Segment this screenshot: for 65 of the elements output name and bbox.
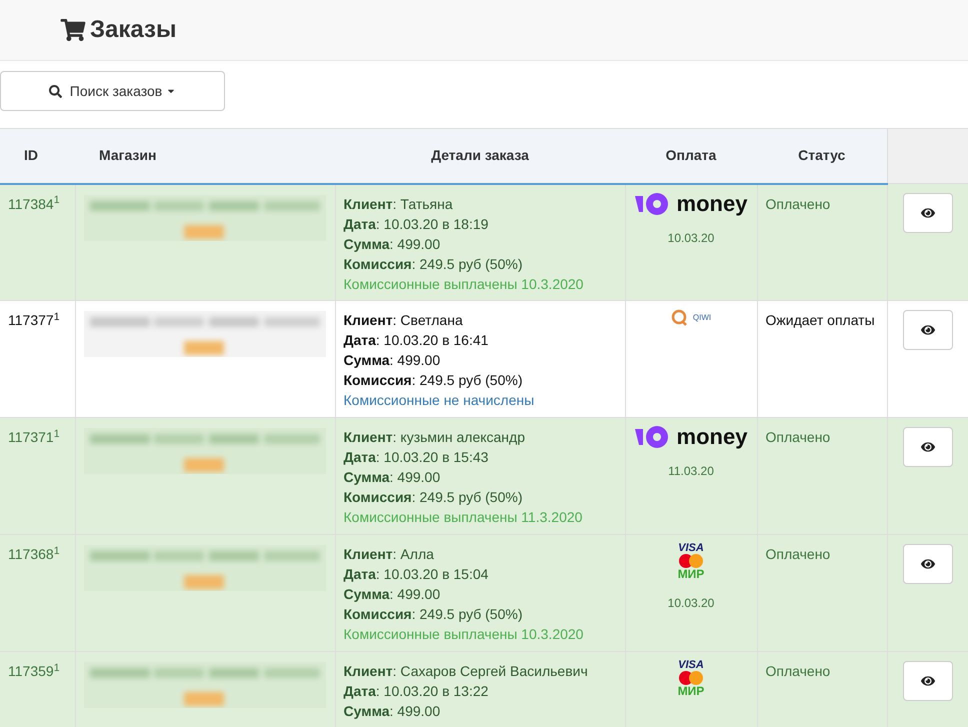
- eye-icon: [920, 206, 935, 220]
- eye-icon: [920, 674, 935, 688]
- id-cell: 117368$^{1}$: [0, 534, 75, 652]
- status-cell: Оплачено: [757, 418, 887, 534]
- column-header: Оплата: [625, 128, 757, 184]
- id-cell: 117371$^{1}$: [0, 418, 75, 534]
- eye-icon: [920, 557, 935, 571]
- order-detail: Комиссия: 249.5 руб (50%): [344, 254, 524, 274]
- commission-note: Комиссионные выплачены 10.3.2020: [344, 625, 584, 644]
- order-detail: Сумма: 499.00: [344, 702, 442, 721]
- search-icon: [48, 84, 62, 98]
- status-cell: Оплачено: [757, 184, 887, 300]
- order-detail: Комиссия: 249.5 руб (50%): [344, 488, 524, 507]
- order-detail: Сумма: 499.00: [344, 585, 442, 604]
- order-detail: Дата: 10.03.20 в 13:22: [344, 682, 490, 701]
- order-detail: Дата: 10.03.20 в 15:04: [344, 565, 490, 584]
- view-button[interactable]: [902, 544, 953, 584]
- order-detail: Дата: 10.03.20 в 16:41: [344, 331, 490, 350]
- column-header: Детали заказа: [335, 128, 625, 184]
- payment-logo: money: [634, 426, 748, 448]
- id-cell: 117359$^{1}$: [0, 652, 75, 727]
- commission-note: Комиссионные выплачены 10.3.2020: [344, 274, 584, 294]
- search-orders-button[interactable]: Поиск заказов: [0, 71, 225, 111]
- payment-logo: QIWI: [670, 309, 712, 327]
- payment-logo: money: [634, 192, 748, 214]
- eye-icon: [920, 440, 935, 454]
- view-button[interactable]: [902, 193, 953, 233]
- payment-logo: VISA МИР: [677, 660, 705, 697]
- order-detail: Комиссия: 249.5 руб (50%): [344, 605, 524, 624]
- view-button[interactable]: [902, 310, 953, 350]
- order-detail: Клиент: кузьмин александр: [344, 428, 526, 447]
- column-header: Магазин: [75, 128, 335, 184]
- order-detail: Дата: 10.03.20 в 18:19: [344, 214, 490, 234]
- order-detail: Клиент: Алла: [344, 545, 435, 564]
- payment-date: 10.03.20: [668, 230, 714, 246]
- id-cell: 117377$^{1}$: [0, 300, 75, 418]
- view-button[interactable]: [902, 661, 953, 701]
- commission-note: Комиссионные не начислены: [344, 391, 536, 410]
- order-detail: Клиент: Татьяна: [344, 194, 454, 214]
- card-icon: [677, 554, 705, 568]
- payment-logo: VISA МИР: [677, 543, 705, 580]
- cart-icon: [60, 19, 86, 41]
- column-header: Статус: [757, 128, 887, 184]
- order-detail: Клиент: Сахаров Сергей Васильевич: [344, 662, 589, 681]
- logo-icon: [670, 309, 689, 327]
- status-cell: Оплачено: [757, 652, 887, 727]
- payment-date: 10.03.20: [668, 595, 714, 612]
- logo-icon: [634, 192, 669, 214]
- view-button[interactable]: [902, 427, 953, 467]
- column-header: ID: [0, 128, 75, 184]
- order-detail: Комиссия: 249.5 руб (50%): [344, 371, 524, 390]
- eye-icon: [920, 323, 935, 337]
- id-cell: 117384$^{1}$: [0, 184, 75, 300]
- payment-date: 11.03.20: [668, 463, 714, 480]
- status-cell: Оплачено: [757, 534, 887, 652]
- order-detail: Сумма: 499.00: [344, 351, 442, 370]
- commission-note: Комиссионные выплачены 11.3.2020: [344, 508, 584, 527]
- card-icon: [677, 671, 705, 685]
- logo-icon: [634, 426, 669, 448]
- order-detail: Клиент: Светлана: [344, 311, 464, 330]
- status-cell: Ожидает оплаты: [757, 300, 887, 418]
- order-detail: Дата: 10.03.20 в 15:43: [344, 448, 490, 467]
- page-title: Заказы: [90, 15, 176, 45]
- order-detail: Сумма: 499.00: [344, 468, 442, 487]
- order-detail: Сумма: 499.00: [344, 234, 442, 254]
